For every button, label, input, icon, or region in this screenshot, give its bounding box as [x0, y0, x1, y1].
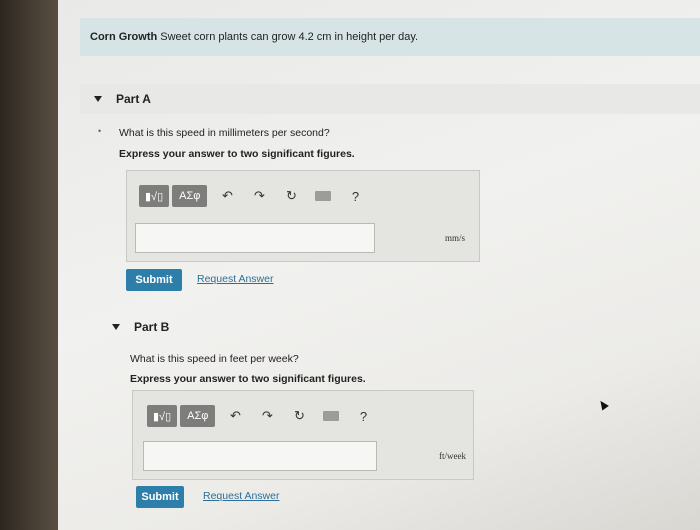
templates-button[interactable]: ▮√▯: [139, 185, 170, 207]
undo-icon[interactable]: ↶: [223, 408, 247, 424]
symbols-button[interactable]: ΑΣφ: [172, 185, 208, 207]
part-b-math-toolbar: ▮√▯ ΑΣφ ↶ ↷ ↻ ?: [147, 405, 375, 427]
part-b-request-answer-link[interactable]: Request Answer: [203, 490, 279, 502]
undo-icon[interactable]: ↶: [215, 188, 239, 204]
part-b-submit-button[interactable]: Submit: [136, 486, 184, 508]
part-b-instruction: Express your answer to two significant f…: [130, 373, 366, 385]
part-b-question: What is this speed in feet per week?: [130, 353, 299, 365]
help-icon[interactable]: ?: [343, 189, 367, 204]
part-a-label: Part A: [116, 92, 151, 106]
symbols-button[interactable]: ΑΣφ: [180, 405, 216, 427]
keyboard-icon[interactable]: [311, 189, 335, 204]
part-a-submit-button[interactable]: Submit: [126, 269, 182, 291]
problem-statement-banner: Corn Growth Sweet corn plants can grow 4…: [80, 18, 700, 56]
part-b-label: Part B: [134, 320, 170, 334]
part-b-answer-input[interactable]: [143, 441, 377, 471]
keyboard-icon[interactable]: [319, 409, 343, 424]
reset-icon[interactable]: ↻: [287, 408, 311, 424]
bullet-icon: •: [98, 126, 102, 136]
help-icon[interactable]: ?: [351, 409, 375, 424]
part-a-question: What is this speed in millimeters per se…: [119, 127, 330, 139]
part-a-unit: mm/s: [445, 233, 466, 243]
part-b-header[interactable]: Part B: [98, 312, 698, 342]
collapse-caret-icon[interactable]: [112, 324, 120, 330]
part-a-answer-input[interactable]: [135, 223, 375, 253]
part-b-answer-area: ▮√▯ ΑΣφ ↶ ↷ ↻ ? ft/week: [132, 390, 474, 480]
problem-statement: Corn Growth Sweet corn plants can grow 4…: [90, 31, 418, 43]
part-a-instruction: Express your answer to two significant f…: [119, 148, 355, 160]
browser-viewport: Corn Growth Sweet corn plants can grow 4…: [58, 0, 700, 530]
redo-icon[interactable]: ↷: [247, 188, 271, 204]
part-a-header[interactable]: Part A: [80, 84, 700, 114]
part-a-answer-area: ▮√▯ ΑΣφ ↶ ↷ ↻ ? mm/s: [126, 170, 480, 262]
part-b-unit: ft/week: [439, 451, 466, 461]
reset-icon[interactable]: ↻: [279, 188, 303, 204]
part-a-request-answer-link[interactable]: Request Answer: [197, 273, 273, 285]
redo-icon[interactable]: ↷: [255, 408, 279, 424]
problem-body: Sweet corn plants can grow 4.2 cm in hei…: [160, 31, 419, 43]
problem-title: Corn Growth: [90, 31, 158, 43]
mouse-pointer-icon: [597, 398, 609, 411]
part-a-math-toolbar: ▮√▯ ΑΣφ ↶ ↷ ↻ ?: [139, 185, 367, 207]
collapse-caret-icon[interactable]: [94, 96, 102, 102]
monitor-bezel: [0, 0, 62, 530]
templates-button[interactable]: ▮√▯: [147, 405, 178, 427]
